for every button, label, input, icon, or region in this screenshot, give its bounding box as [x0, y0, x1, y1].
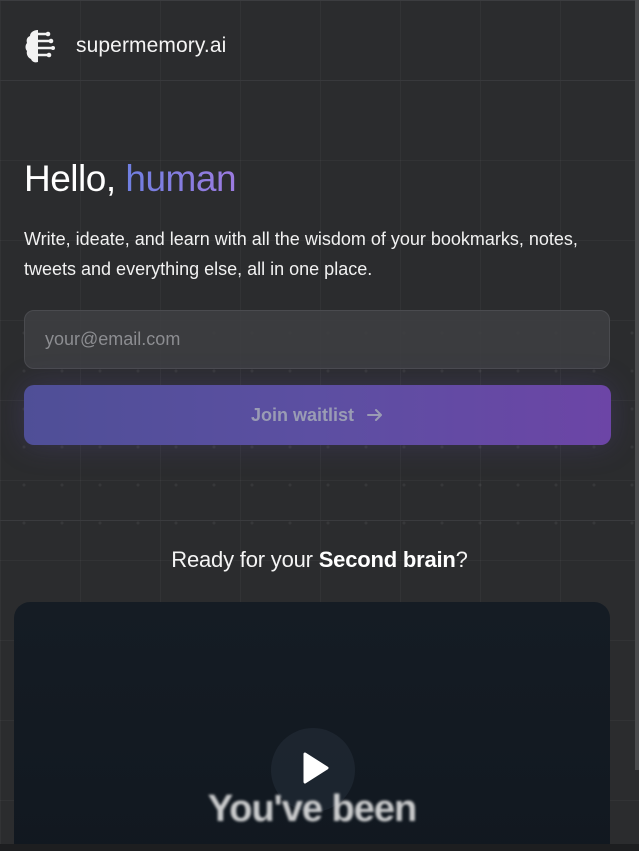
- hero-name: human: [125, 158, 237, 199]
- arrow-right-icon: [366, 406, 384, 424]
- email-input[interactable]: [24, 310, 610, 369]
- hero-title: Hello, human: [24, 158, 237, 200]
- brand-name[interactable]: supermemory.ai: [76, 34, 226, 58]
- bottom-bar: [0, 844, 639, 851]
- video-player[interactable]: You've been: [14, 602, 610, 851]
- join-waitlist-button[interactable]: Join waitlist: [24, 385, 611, 445]
- section-suffix: ?: [455, 547, 468, 572]
- site-header: supermemory.ai: [0, 0, 639, 81]
- play-icon: [293, 748, 333, 793]
- brain-icon[interactable]: [25, 28, 55, 64]
- section-prefix: Ready for your: [171, 547, 319, 572]
- hero-description: Write, ideate, and learn with all the wi…: [24, 229, 578, 279]
- section-title: Ready for your Second brain?: [0, 547, 639, 573]
- hero-greeting: Hello,: [24, 158, 116, 199]
- video-caption: You've been: [207, 788, 418, 830]
- join-waitlist-label: Join waitlist: [250, 404, 355, 425]
- section-highlight: Second brain: [318, 547, 456, 572]
- section-divider: [0, 520, 639, 521]
- scrollbar[interactable]: [635, 0, 639, 770]
- page: supermemory.ai Hello, human Write, ideat…: [0, 0, 639, 851]
